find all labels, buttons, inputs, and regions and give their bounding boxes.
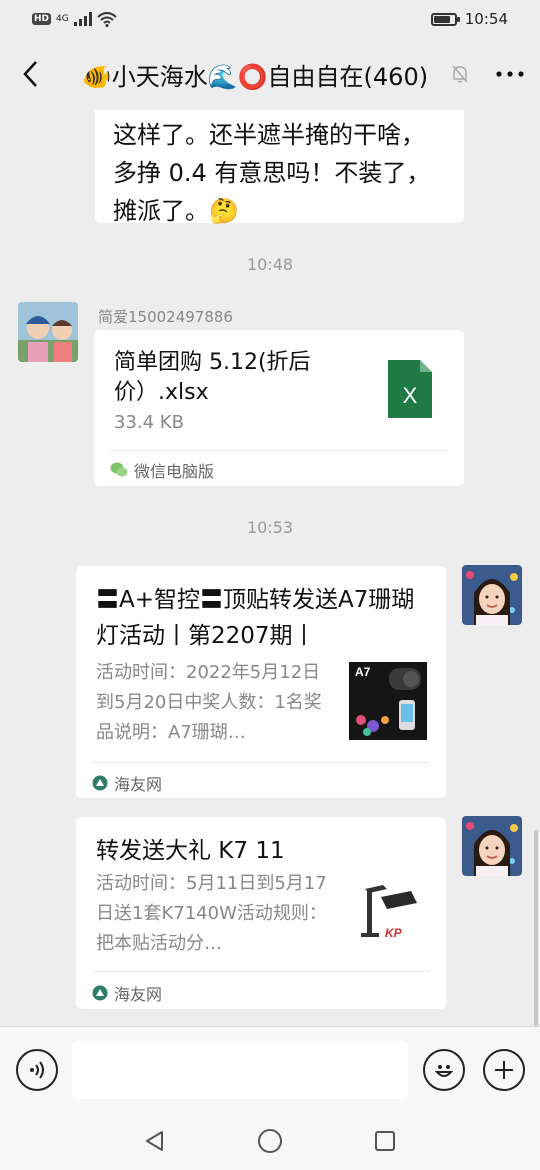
emoji-icon (434, 1065, 454, 1077)
avatar-image (462, 565, 522, 625)
network-type: 4G (56, 14, 69, 24)
file-size: 33.4 KB (114, 412, 184, 433)
signal-icon (73, 12, 92, 26)
source-label: 海友网 (114, 985, 163, 1004)
link-message-card[interactable]: 转发送大礼 K7 11 活动时间：5月11日到5月17日送1套K7140W活动规… (76, 817, 446, 1009)
avatar-self[interactable] (462, 816, 522, 876)
square-recents-icon (375, 1131, 395, 1151)
status-bar: HD 4G 10:54 (0, 0, 540, 38)
avatar[interactable] (18, 302, 78, 362)
chat-header: 🐠小天海水🌊⭕自由自在(460) (0, 38, 540, 110)
avatar-self[interactable] (462, 565, 522, 625)
wifi-icon (97, 11, 117, 27)
timestamp: 10:53 (246, 518, 294, 537)
text-message-bubble[interactable]: 这样了。还半遮半掩的干啥， 多挣 0.4 有意思吗！不装了， 摊派了。🤔 (95, 110, 464, 225)
triangle-back-icon (146, 1131, 163, 1151)
plus-button[interactable] (483, 1049, 525, 1091)
card-divider (92, 971, 430, 972)
link-description: 活动时间：5月11日到5月17日送1套K7140W活动规则：把本贴活动分… (96, 873, 327, 954)
chevron-left-icon (23, 61, 37, 87)
message-line: 摊派了。🤔 (113, 197, 239, 225)
link-thumbnail: A7 (349, 662, 427, 740)
voice-icon (30, 1061, 44, 1079)
chat-area[interactable]: 这样了。还半遮半掩的干啥， 多挣 0.4 有意思吗！不装了， 摊派了。🤔 10:… (0, 110, 540, 1026)
thumbnail-label: KP (385, 926, 403, 940)
file-name: 简单团购 5.12(折后价）.xlsx (114, 350, 311, 405)
more-icon (496, 71, 524, 77)
link-description: 活动时间：2022年5月12日到5月20日中奖人数：1名奖品说明：A7珊瑚… (96, 662, 322, 743)
message-line: 这样了。还半遮半掩的干啥， (113, 121, 425, 149)
nav-home-button[interactable] (255, 1126, 285, 1156)
nav-recents-button[interactable] (370, 1126, 400, 1156)
link-message-card[interactable]: 〓A+智控〓顶贴转发送A7珊瑚灯活动丨第2207期丨 活动时间：2022年5月1… (76, 566, 446, 798)
more-button[interactable] (480, 38, 540, 110)
timestamp: 10:48 (246, 255, 294, 274)
message-line: 多挣 0.4 有意思吗！不装了， (113, 159, 431, 187)
sender-name: 简爱15002497886 (98, 308, 233, 326)
input-bar (0, 1026, 540, 1112)
avatar-image (18, 302, 78, 362)
bell-off-icon (452, 65, 468, 83)
excel-letter: X (403, 383, 418, 408)
site-logo-icon (92, 775, 108, 791)
chat-title: 🐠小天海水🌊⭕自由自在(460) (81, 62, 429, 91)
battery-icon (430, 12, 460, 26)
card-source: 海友网 (92, 771, 162, 795)
plus-icon (495, 1061, 513, 1079)
excel-file-icon: X (388, 360, 432, 418)
card-divider (110, 450, 448, 451)
product-thumbnail-image: KP (351, 875, 425, 949)
nav-back-button[interactable] (140, 1126, 170, 1156)
link-title: 转发送大礼 K7 11 (96, 838, 285, 864)
wechat-icon (110, 462, 128, 477)
link-thumbnail: KP (351, 875, 425, 949)
back-button[interactable] (0, 38, 60, 110)
source-label: 海友网 (114, 775, 163, 794)
thumbnail-label: A7 (355, 665, 371, 679)
card-source: 微信电脑版 (110, 458, 214, 482)
status-right: 10:54 (430, 10, 508, 28)
circle-home-icon (258, 1129, 282, 1153)
message-input[interactable] (72, 1041, 408, 1099)
product-thumbnail-image: A7 (349, 662, 427, 740)
voice-button[interactable] (16, 1049, 58, 1091)
status-left: HD 4G (32, 11, 117, 27)
avatar-image (462, 816, 522, 876)
source-label: 微信电脑版 (134, 462, 215, 481)
site-logo-icon (92, 985, 108, 1001)
card-divider (92, 762, 430, 763)
emoji-button[interactable] (423, 1049, 465, 1091)
scrollbar[interactable] (534, 830, 538, 1026)
link-title: 〓A+智控〓顶贴转发送A7珊瑚灯活动丨第2207期丨 (96, 587, 415, 649)
system-nav-bar (0, 1112, 540, 1170)
clock: 10:54 (464, 10, 508, 28)
hd-badge: HD (32, 13, 52, 25)
file-message-card[interactable]: 简单团购 5.12(折后价）.xlsx 33.4 KB X 微信电脑版 (94, 330, 464, 486)
mute-indicator (440, 64, 480, 84)
card-source: 海友网 (92, 981, 162, 1005)
